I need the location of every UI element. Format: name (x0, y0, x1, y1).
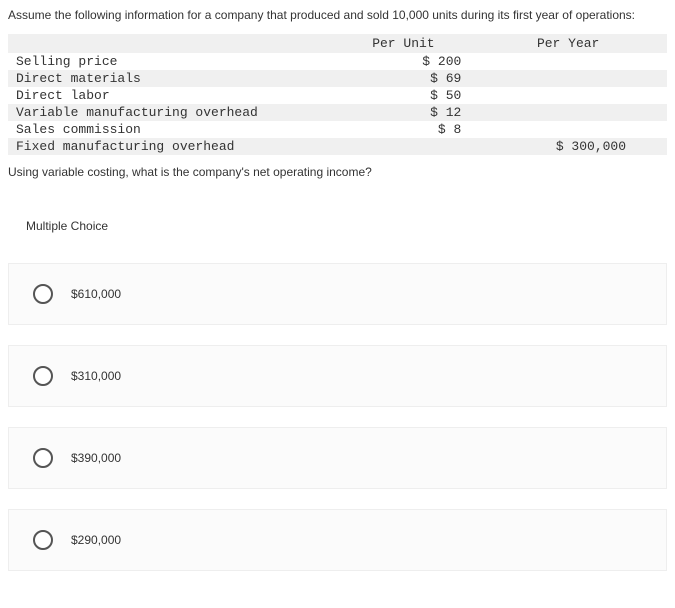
row-year (502, 70, 634, 87)
choice-option[interactable]: $290,000 (8, 509, 667, 571)
row-unit: $ 50 (338, 87, 470, 104)
multiple-choice-heading: Multiple Choice (8, 219, 667, 233)
choice-option[interactable]: $390,000 (8, 427, 667, 489)
row-label: Selling price (8, 53, 338, 70)
row-year (502, 104, 634, 121)
table-header-blank (8, 34, 338, 53)
data-table: Per Unit Per Year Selling price $ 200 Di… (8, 34, 667, 155)
problem-intro: Assume the following information for a c… (8, 8, 667, 22)
question-text: Using variable costing, what is the comp… (8, 165, 667, 179)
row-label: Direct labor (8, 87, 338, 104)
table-header-per-year: Per Year (502, 34, 634, 53)
choice-option[interactable]: $310,000 (8, 345, 667, 407)
choice-option[interactable]: $610,000 (8, 263, 667, 325)
radio-icon[interactable] (33, 284, 53, 304)
row-unit: $ 200 (338, 53, 470, 70)
row-label: Direct materials (8, 70, 338, 87)
table-header-per-unit: Per Unit (338, 34, 470, 53)
row-unit: $ 69 (338, 70, 470, 87)
row-unit: $ 8 (338, 121, 470, 138)
choice-label: $310,000 (71, 369, 121, 383)
row-year (502, 53, 634, 70)
radio-icon[interactable] (33, 448, 53, 468)
row-label: Sales commission (8, 121, 338, 138)
table-header-spacer (469, 34, 502, 53)
row-unit: $ 12 (338, 104, 470, 121)
choice-label: $390,000 (71, 451, 121, 465)
row-year (502, 87, 634, 104)
row-year: $ 300,000 (502, 138, 634, 155)
choice-label: $610,000 (71, 287, 121, 301)
radio-icon[interactable] (33, 366, 53, 386)
row-label: Fixed manufacturing overhead (8, 138, 338, 155)
row-label: Variable manufacturing overhead (8, 104, 338, 121)
row-unit (338, 138, 470, 155)
choice-label: $290,000 (71, 533, 121, 547)
radio-icon[interactable] (33, 530, 53, 550)
row-year (502, 121, 634, 138)
table-header-spacer2 (634, 34, 667, 53)
